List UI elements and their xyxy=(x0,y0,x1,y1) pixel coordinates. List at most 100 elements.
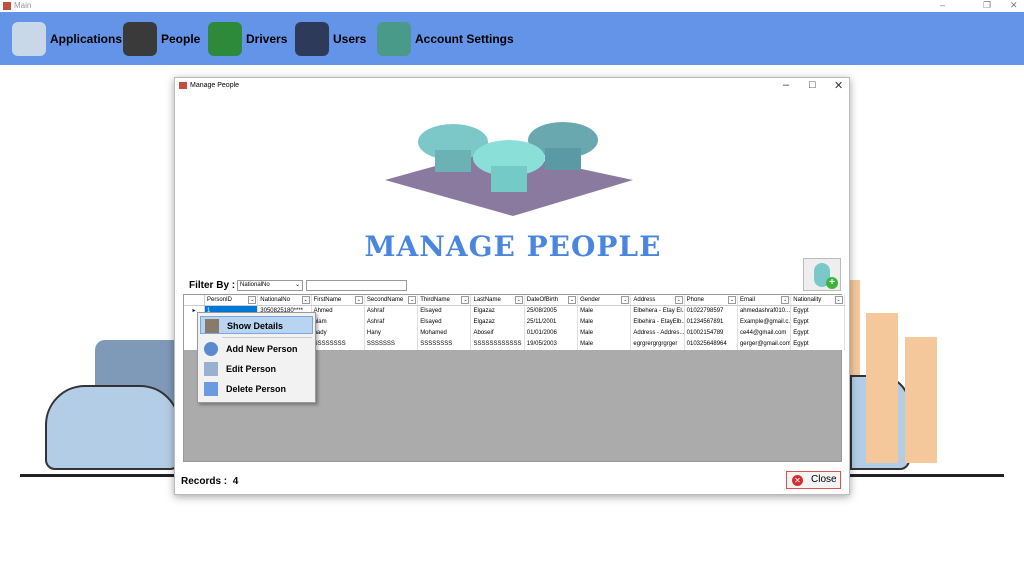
table-cell[interactable]: hady xyxy=(312,328,365,339)
minimize-button[interactable]: – xyxy=(940,0,945,10)
table-cell[interactable]: 25/11/2001 xyxy=(525,317,579,328)
table-cell[interactable]: Egypt xyxy=(791,306,845,317)
table-cell[interactable]: Male xyxy=(578,339,632,350)
chevron-down-icon[interactable]: ⌄ xyxy=(674,296,683,304)
table-cell[interactable]: ce44@gmail.com xyxy=(738,328,792,339)
column-header[interactable]: NationalNo ⌄ xyxy=(258,295,312,305)
records-value: 4 xyxy=(232,476,239,487)
column-header[interactable]: Address ⌄ xyxy=(631,295,685,305)
table-cell[interactable]: alam xyxy=(312,317,365,328)
close-icon: ✕ xyxy=(792,475,803,486)
table-cell[interactable]: Ashraf xyxy=(365,306,419,317)
table-cell[interactable]: Elbehera - Etay El... xyxy=(631,306,685,317)
column-header[interactable]: Nationality ⌄ xyxy=(791,295,845,305)
table-cell[interactable]: Elgazaz xyxy=(471,306,525,317)
page-heading: MANAGE PEOPLE xyxy=(364,230,662,263)
table-cell[interactable]: 01/01/2006 xyxy=(525,328,579,339)
table-cell[interactable]: Example@gmail.c... xyxy=(738,317,792,328)
chevron-down-icon[interactable]: ⌄ xyxy=(514,296,523,304)
filter-by-select[interactable]: NationalNo ⌄ xyxy=(237,280,303,291)
filter-value: NationalNo xyxy=(240,282,270,288)
table-cell[interactable]: Aboseif xyxy=(471,328,525,339)
table-cell[interactable]: Egypt xyxy=(791,317,845,328)
close-window-button[interactable]: ✕ xyxy=(1010,0,1018,11)
chevron-down-icon: ⌄ xyxy=(294,282,300,288)
close-label: Close xyxy=(811,474,837,485)
table-cell[interactable]: Mohamed xyxy=(418,328,472,339)
table-cell[interactable]: 010325648964 xyxy=(685,339,738,350)
add-person-button[interactable]: + xyxy=(803,258,841,291)
column-header[interactable]: Gender ⌄ xyxy=(578,295,632,305)
nav-drivers[interactable]: Drivers xyxy=(208,22,287,56)
chevron-down-icon[interactable]: ⌄ xyxy=(248,296,257,304)
table-cell[interactable]: ahmedashraf010... xyxy=(738,306,792,317)
nav-users[interactable]: Users xyxy=(295,22,366,56)
table-cell[interactable]: SSSSSSSSSSSS xyxy=(471,339,525,350)
table-cell[interactable]: Ashraf xyxy=(365,317,419,328)
chevron-down-icon[interactable]: ⌄ xyxy=(461,296,470,304)
restore-button[interactable]: ❐ xyxy=(983,0,991,11)
column-label: SecondName xyxy=(366,297,404,303)
table-cell[interactable]: Egypt xyxy=(791,339,845,350)
column-header[interactable]: FirstName ⌄ xyxy=(312,295,365,305)
table-cell[interactable]: SSSSSSS xyxy=(365,339,419,350)
menu-item-add-new-person[interactable]: Add New Person xyxy=(200,340,313,358)
chevron-down-icon[interactable]: ⌄ xyxy=(621,296,630,304)
table-cell[interactable]: 01234567891 xyxy=(685,317,738,328)
chevron-down-icon[interactable]: ⌄ xyxy=(727,296,736,304)
table-cell[interactable]: Egypt xyxy=(791,328,845,339)
column-header[interactable]: Email ⌄ xyxy=(738,295,792,305)
dialog-minimize-button[interactable]: – xyxy=(783,79,789,91)
app-icon xyxy=(3,2,11,10)
table-cell[interactable]: 01002154789 xyxy=(685,328,738,339)
table-cell[interactable]: Elsayed xyxy=(418,306,472,317)
menu-item-show-details[interactable]: Show Details xyxy=(200,316,313,334)
table-cell[interactable]: egrgrergrgrgrger xyxy=(631,339,685,350)
close-button[interactable]: ✕ Close xyxy=(786,471,841,489)
nav-label: People xyxy=(161,32,201,46)
table-cell[interactable]: Elbehira - EtayElb... xyxy=(631,317,685,328)
chevron-down-icon[interactable]: ⌄ xyxy=(408,296,417,304)
menu-item-delete-person[interactable]: Delete Person xyxy=(200,380,313,398)
records-label: Records : xyxy=(181,476,228,487)
nav-people[interactable]: People xyxy=(123,22,200,56)
column-header[interactable]: ThirdName ⌄ xyxy=(418,295,472,305)
bar-illustration xyxy=(850,280,860,375)
chevron-down-icon[interactable]: ⌄ xyxy=(834,296,843,304)
nav-account-settings[interactable]: Account Settings xyxy=(377,22,514,56)
table-cell[interactable]: gerger@gmail.com xyxy=(738,339,792,350)
filter-input[interactable] xyxy=(306,280,407,291)
table-cell[interactable]: Male xyxy=(578,317,632,328)
table-cell[interactable]: SSSSSSSS xyxy=(418,339,472,350)
bar-illustration xyxy=(866,313,898,463)
dialog-close-button[interactable]: ✕ xyxy=(834,79,843,92)
column-header[interactable]: DateOfBirth ⌄ xyxy=(525,295,579,305)
table-cell[interactable]: 01022798597 xyxy=(685,306,738,317)
table-cell[interactable]: Elsayed xyxy=(418,317,472,328)
column-header[interactable]: Phone ⌄ xyxy=(685,295,738,305)
column-header[interactable]: LastName ⌄ xyxy=(471,295,525,305)
chevron-down-icon[interactable]: ⌄ xyxy=(568,296,577,304)
nav-applications[interactable]: Applications xyxy=(12,22,122,56)
dialog-maximize-button[interactable]: □ xyxy=(809,79,816,91)
clipboard-icon xyxy=(205,319,219,333)
table-cell[interactable]: Ahmed xyxy=(312,306,365,317)
table-cell[interactable]: Elgazaz xyxy=(471,317,525,328)
menu-item-edit-person[interactable]: Edit Person xyxy=(200,360,313,378)
table-cell[interactable]: Address - Addres... xyxy=(631,328,685,339)
column-label: Address xyxy=(633,297,656,303)
table-cell[interactable]: Male xyxy=(578,306,632,317)
chevron-down-icon[interactable]: ⌄ xyxy=(301,296,310,304)
table-cell[interactable]: SSSSSSSS xyxy=(312,339,365,350)
chevron-down-icon[interactable]: ⌄ xyxy=(781,296,790,304)
chevron-down-icon[interactable]: ⌄ xyxy=(354,296,363,304)
window-title: Main xyxy=(14,1,32,10)
nav-label: Account Settings xyxy=(415,32,514,46)
column-label: Email xyxy=(739,297,755,303)
column-header[interactable]: PersonID ⌄ xyxy=(205,295,259,305)
column-header[interactable]: SecondName ⌄ xyxy=(365,295,419,305)
table-cell[interactable]: Male xyxy=(578,328,632,339)
table-cell[interactable]: 19/05/2003 xyxy=(525,339,579,350)
table-cell[interactable]: 25/08/2005 xyxy=(525,306,579,317)
table-cell[interactable]: Hany xyxy=(365,328,419,339)
